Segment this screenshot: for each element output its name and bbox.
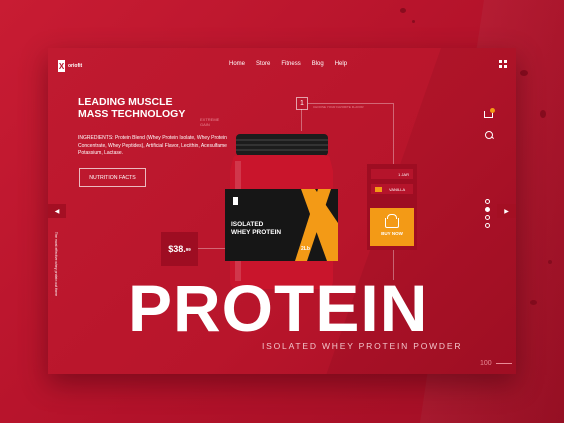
price-main: $38.: [168, 244, 186, 254]
paint-splatter: [400, 8, 406, 13]
logo-text: oriofit: [68, 63, 83, 69]
hero-headline: LEADING MUSCLE MASS TECHNOLOGY: [78, 96, 218, 120]
logo-mark: X: [58, 60, 65, 72]
headline-line-1: LEADING MUSCLE: [78, 96, 173, 108]
connector-line: [301, 109, 302, 131]
nav-item-store[interactable]: Store: [256, 61, 270, 67]
jar-label-text: ISOLATED WHEY PROTEIN: [231, 221, 281, 237]
slider-dots: [485, 199, 490, 228]
slider-dot[interactable]: [485, 223, 490, 228]
jar-label-line-1: ISOLATED: [231, 221, 264, 228]
vertical-tagline: The most effective whey protein out ther…: [54, 231, 59, 297]
nav-item-help[interactable]: Help: [335, 61, 347, 67]
ingredients-text: INGREDIENTS: Protein Blend (Whey Protein…: [78, 135, 227, 156]
paint-splatter: [548, 260, 552, 264]
grid-menu-icon[interactable]: [499, 60, 507, 68]
jar-label-line-2: WHEY PROTEIN: [231, 229, 282, 236]
paint-splatter: [520, 70, 528, 76]
slider-dot-active[interactable]: [485, 207, 490, 212]
flavor-swatch: [375, 186, 382, 192]
buy-now-label: BUY NOW: [381, 231, 403, 236]
buy-now-button[interactable]: BUY NOW: [370, 208, 414, 246]
jar-weight: 2Lb: [301, 246, 310, 252]
price-cents: 99: [185, 246, 191, 252]
paint-splatter: [540, 110, 546, 118]
main-card: X oriofit Home Store Fitness Blog Help L…: [48, 48, 516, 374]
brand-logo[interactable]: X oriofit: [58, 60, 82, 72]
step-number: 1: [296, 97, 308, 110]
option-flavor[interactable]: VANILLA: [371, 184, 413, 194]
option-quantity[interactable]: 1 JAR: [371, 169, 413, 179]
product-subtitle: ISOLATED WHEY PROTEIN POWDER: [262, 341, 463, 351]
cart-badge: [490, 108, 495, 113]
price-tag: $38. 99: [161, 232, 198, 266]
slider-dot[interactable]: [485, 215, 490, 220]
basket-icon: [385, 214, 399, 228]
gain-tag-line-2: GAIN: [200, 122, 210, 127]
gain-tag: EXTREME GAIN: [200, 117, 219, 127]
connector-line: [393, 103, 394, 164]
nav-item-fitness[interactable]: Fitness: [281, 61, 300, 67]
page-line: [496, 363, 512, 364]
flavor-label: VANILLA: [389, 186, 406, 192]
main-nav: Home Store Fitness Blog Help: [229, 61, 347, 67]
nutrition-facts-button[interactable]: NUTRITION FACTS: [79, 168, 146, 187]
connector-line: [198, 248, 226, 249]
page-number: 100: [480, 360, 492, 367]
paint-splatter: [412, 20, 415, 23]
step-label: CHOOSE YOUR FAVORITE FLAVOR: [313, 105, 364, 109]
prev-arrow-button[interactable]: ◀: [48, 204, 66, 218]
nav-item-blog[interactable]: Blog: [312, 61, 324, 67]
protein-jar-image: [225, 134, 338, 289]
paint-splatter: [530, 300, 537, 305]
next-arrow-button[interactable]: ▶: [497, 204, 516, 218]
search-icon[interactable]: [485, 131, 493, 139]
nav-item-home[interactable]: Home: [229, 61, 245, 67]
protein-big-title: PROTEIN: [128, 271, 429, 345]
slider-dot[interactable]: [485, 199, 490, 204]
headline-line-2: MASS TECHNOLOGY: [78, 108, 186, 120]
connector-line: [308, 103, 393, 104]
